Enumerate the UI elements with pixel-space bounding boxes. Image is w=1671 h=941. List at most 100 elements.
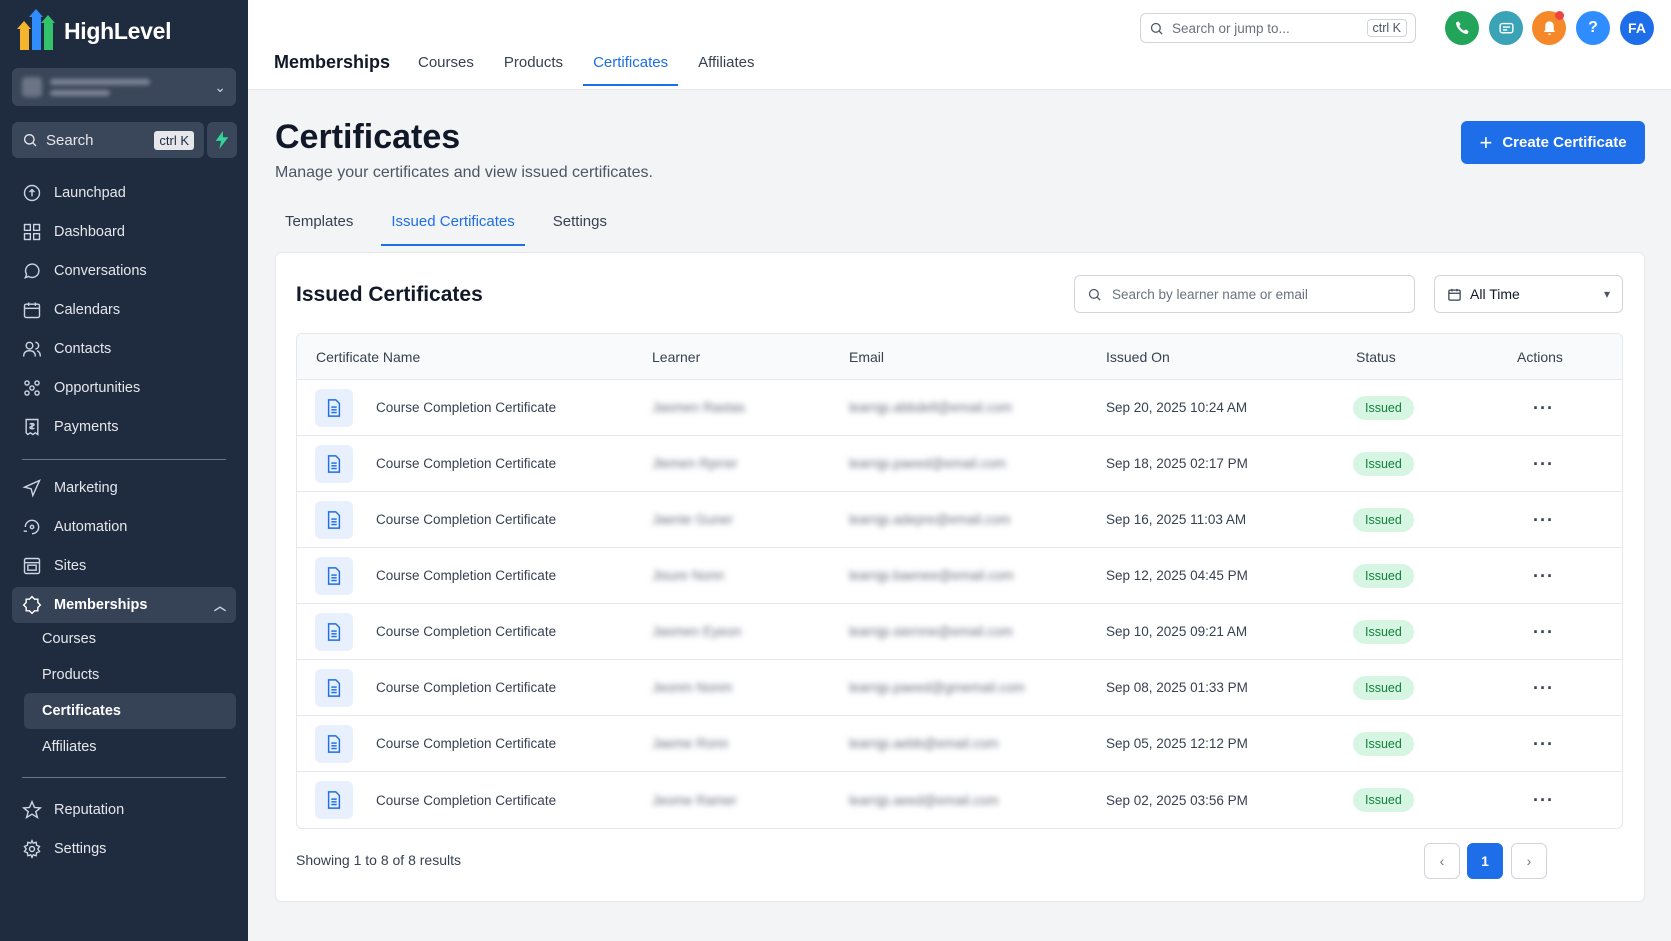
brand-logo[interactable]: HighLevel — [17, 9, 172, 50]
learner-email: learnjp.adepre@email.com — [849, 512, 1011, 527]
sidebar-item-label: Dashboard — [54, 224, 125, 240]
certificate-name[interactable]: Course Completion Certificate — [376, 400, 556, 415]
launchpad-icon — [23, 184, 41, 202]
create-certificate-button[interactable]: + Create Certificate — [1461, 121, 1645, 164]
learner-name: Jeome Ramer — [652, 792, 737, 808]
sidebar-item-calendars[interactable]: Calendars — [12, 292, 236, 328]
quick-action-button[interactable] — [207, 122, 237, 158]
sidebar-item-memberships[interactable]: Memberships ︿ — [12, 587, 236, 623]
certificate-name[interactable]: Course Completion Certificate — [376, 680, 556, 695]
sidebar-item-contacts[interactable]: Contacts — [12, 331, 236, 367]
certificate-document-icon — [315, 388, 353, 427]
sidebar-item-sites[interactable]: Sites — [12, 548, 236, 584]
table-row: Course Completion Certificate Jisure Non… — [297, 548, 1622, 604]
certificate-name[interactable]: Course Completion Certificate — [376, 456, 556, 471]
row-actions-button[interactable]: ··· — [1533, 623, 1554, 641]
certificate-document-icon — [315, 668, 353, 707]
bell-icon — [1543, 20, 1555, 35]
sidebar-search-shortcut: ctrl K — [154, 130, 194, 150]
tab-affiliates[interactable]: Affiliates — [688, 40, 764, 86]
tab-issued-certificates[interactable]: Issued Certificates — [381, 205, 525, 246]
sidebar: HighLevel ⌄ Search ctrl K Launchpad Dash… — [0, 0, 248, 941]
learner-email: learnjp.paeed@email.com — [849, 456, 1007, 471]
certificate-name[interactable]: Course Completion Certificate — [376, 793, 556, 808]
sidebar-item-opportunities[interactable]: Opportunities — [12, 370, 236, 406]
search-icon — [1150, 22, 1163, 35]
status-badge: Issued — [1353, 395, 1414, 420]
page-button-current[interactable]: 1 — [1467, 843, 1503, 879]
sidebar-item-automation[interactable]: Automation — [12, 509, 236, 545]
certificate-name[interactable]: Course Completion Certificate — [376, 624, 556, 639]
sidebar-subitem-certificates[interactable]: Certificates — [24, 693, 236, 729]
learner-search-input[interactable]: Search by learner name or email — [1074, 275, 1415, 313]
learner-name: Jasmen Rastas — [652, 400, 746, 415]
learner-email: learnjp.aebb@email.com — [849, 736, 999, 751]
row-actions-button[interactable]: ··· — [1533, 511, 1554, 529]
tab-settings[interactable]: Settings — [543, 205, 617, 246]
row-actions-button[interactable]: ··· — [1533, 399, 1554, 417]
issued-date: Sep 08, 2025 01:33 PM — [1106, 680, 1248, 695]
sidebar-item-launchpad[interactable]: Launchpad — [12, 175, 236, 211]
sidebar-divider — [22, 777, 226, 778]
column-email: Email — [849, 348, 885, 365]
status-badge: Issued — [1353, 619, 1414, 644]
tab-templates[interactable]: Templates — [275, 205, 363, 246]
tab-products[interactable]: Products — [494, 40, 573, 86]
sidebar-search[interactable]: Search ctrl K — [12, 122, 204, 158]
sidebar-item-reputation[interactable]: Reputation — [12, 792, 236, 828]
status-badge: Issued — [1353, 563, 1414, 588]
global-search-placeholder: Search or jump to... — [1172, 20, 1290, 36]
row-actions-button[interactable]: ··· — [1533, 455, 1554, 473]
tab-certificates[interactable]: Certificates — [583, 40, 679, 86]
certificate-name[interactable]: Course Completion Certificate — [376, 568, 556, 583]
certificate-document-icon — [315, 444, 353, 483]
sidebar-search-label: Search — [46, 131, 94, 149]
plus-icon: + — [1479, 129, 1493, 155]
global-search-input[interactable]: Search or jump to... ctrl K — [1140, 13, 1416, 43]
table-body: Course Completion Certificate Jasmen Ras… — [297, 380, 1622, 828]
sidebar-subitem-courses[interactable]: Courses — [24, 621, 236, 657]
certificate-document-icon — [315, 612, 353, 651]
highlevel-logo-icon — [17, 9, 56, 50]
sidebar-item-label: Contacts — [54, 341, 112, 357]
sidebar-subitem-products[interactable]: Products — [24, 657, 236, 693]
sidebar-item-label: Opportunities — [54, 380, 141, 396]
row-actions-button[interactable]: ··· — [1533, 679, 1554, 697]
table-header: Certificate Name Learner Email Issued On… — [297, 334, 1622, 380]
row-actions-button[interactable]: ··· — [1533, 735, 1554, 753]
account-switcher[interactable]: ⌄ — [12, 68, 236, 106]
page-title: Certificates — [275, 118, 461, 156]
time-filter-select[interactable]: All Time ▾ — [1434, 275, 1623, 313]
messages-button[interactable] — [1489, 11, 1523, 45]
tab-courses[interactable]: Courses — [408, 40, 484, 86]
user-avatar[interactable]: FA — [1620, 11, 1654, 45]
search-icon — [1088, 288, 1101, 301]
sidebar-item-label: Sites — [54, 558, 87, 574]
chevron-right-icon: › — [1526, 853, 1532, 869]
sidebar-item-payments[interactable]: Payments — [12, 409, 236, 445]
row-actions-button[interactable]: ··· — [1533, 791, 1554, 809]
table-row: Course Completion Certificate Jeome Rame… — [297, 772, 1622, 828]
help-button[interactable]: ? — [1576, 11, 1610, 45]
section-title: Memberships — [274, 52, 391, 72]
learner-email: learnjp.baenee@email.com — [849, 568, 1014, 583]
row-actions-button[interactable]: ··· — [1533, 567, 1554, 585]
next-page-button[interactable]: › — [1511, 843, 1547, 879]
sidebar-subitem-affiliates[interactable]: Affiliates — [24, 729, 236, 765]
global-search-shortcut: ctrl K — [1366, 19, 1407, 37]
notifications-button[interactable] — [1532, 11, 1566, 45]
certificate-name[interactable]: Course Completion Certificate — [376, 736, 556, 751]
issued-date: Sep 12, 2025 04:45 PM — [1106, 568, 1248, 583]
sidebar-item-settings[interactable]: Settings — [12, 831, 236, 867]
prev-page-button[interactable]: ‹ — [1424, 843, 1460, 879]
contacts-icon — [22, 341, 42, 357]
sidebar-divider — [22, 459, 226, 460]
sidebar-item-marketing[interactable]: Marketing — [12, 470, 236, 506]
certificate-name[interactable]: Course Completion Certificate — [376, 512, 556, 527]
sidebar-item-dashboard[interactable]: Dashboard — [12, 214, 236, 250]
issued-date: Sep 16, 2025 11:03 AM — [1106, 512, 1247, 527]
top-tabs: Courses Products Certificates Affiliates — [408, 40, 775, 86]
phone-button[interactable] — [1445, 11, 1479, 45]
certificate-document-icon — [315, 724, 353, 763]
sidebar-item-conversations[interactable]: Conversations — [12, 253, 236, 289]
